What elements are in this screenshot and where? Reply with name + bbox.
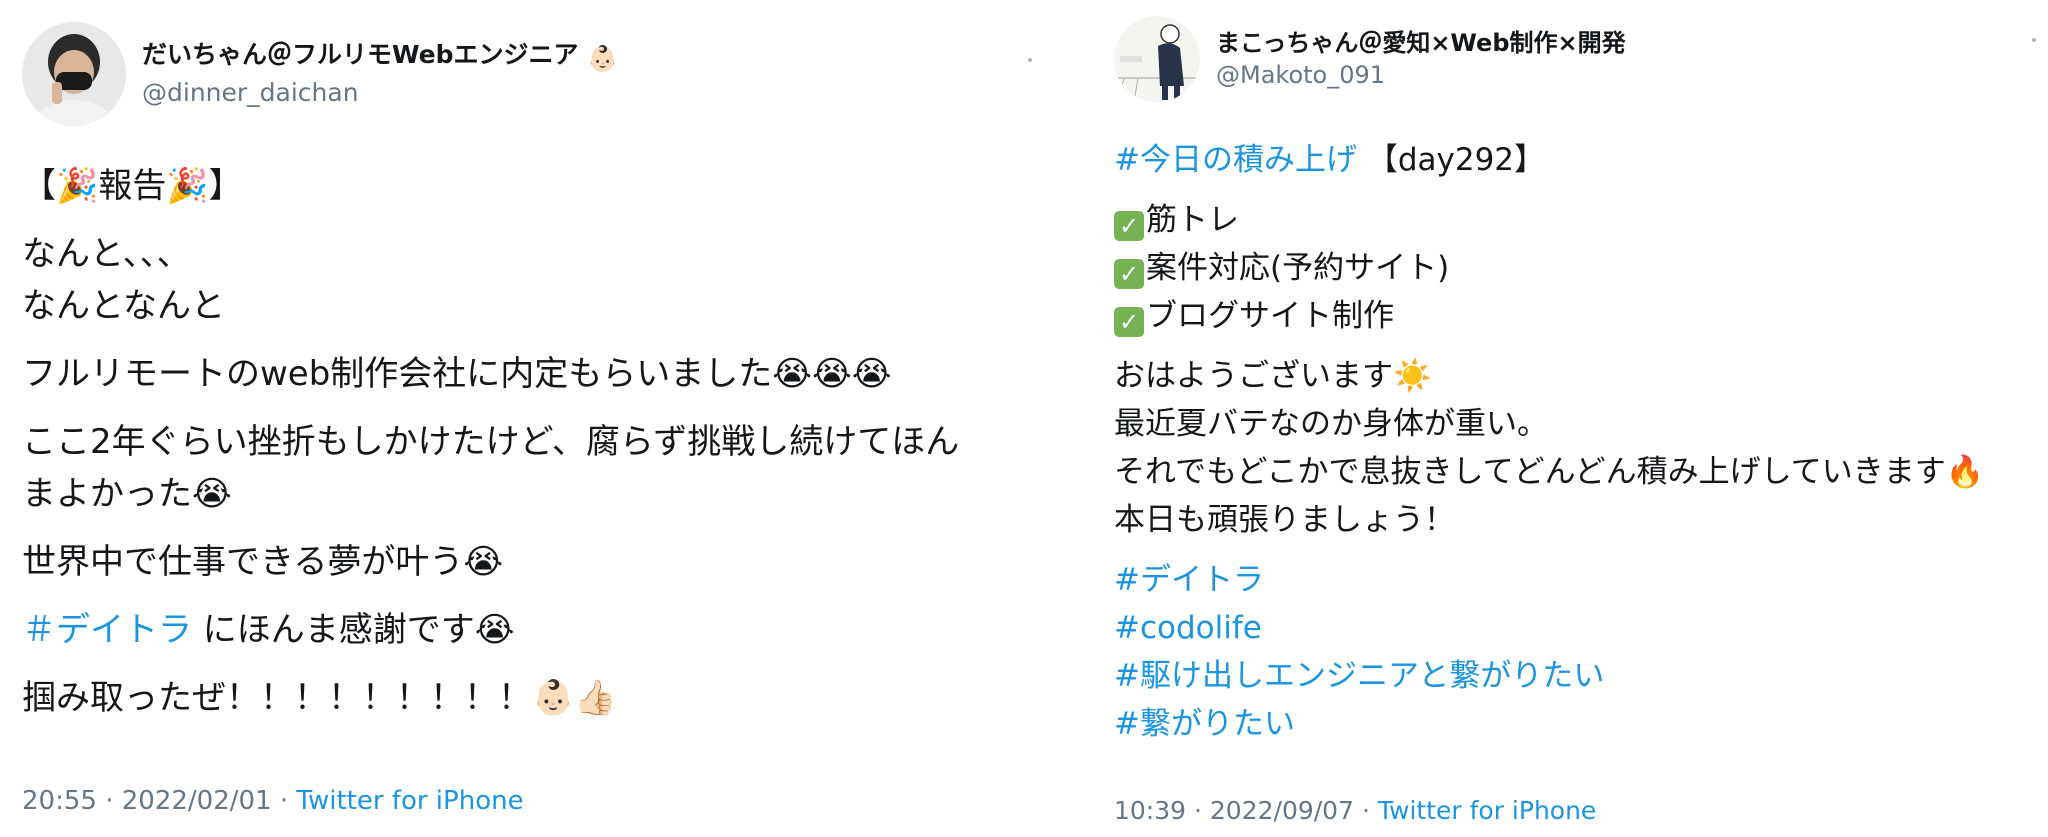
check-mark-icon: ✓ (1114, 211, 1144, 241)
tweet-comparison: だいちゃん＠フルリモWebエンジニア 👶🏻 @dinner_daichan 【🎉… (0, 0, 2048, 837)
tweet-date[interactable]: 2022/02/01 (122, 786, 272, 816)
tweet-source-link[interactable]: Twitter for iPhone (1378, 796, 1596, 825)
tweet-paragraph: 世界中で仕事できる夢が叶う😭 (22, 536, 1062, 588)
display-name: だいちゃん＠フルリモWebエンジニア (142, 40, 579, 69)
tweet-header: まこっちゃん＠愛知×Web制作×開発 @Makoto_091 (1114, 16, 1626, 102)
tweet-paragraph: 掴み取ったぜ！！！！！！！！！👶🏻👍🏻 (22, 672, 1062, 724)
tweet-header: だいちゃん＠フルリモWebエンジニア 👶🏻 @dinner_daichan (22, 22, 618, 126)
tweet-paragraph: フルリモートのweb制作会社に内定もらいました😭😭😭 (22, 348, 1062, 400)
tweet-line: 掴み取ったぜ！！！！！！！！！👶🏻👍🏻 (22, 678, 617, 718)
tweet-line: それでもどこかで息抜きしてどんどん積み上げしていきます🔥 (1114, 454, 1985, 490)
tweet-time[interactable]: 20:55 (22, 786, 97, 816)
avatar[interactable] (22, 22, 126, 126)
user-names: まこっちゃん＠愛知×Web制作×開発 @Makoto_091 (1216, 27, 1626, 91)
tweet-source-link[interactable]: Twitter for iPhone (296, 786, 523, 816)
checklist-item: ✓ 案件対応(予約サイト) (1114, 244, 2044, 292)
check-mark-icon: ✓ (1114, 307, 1144, 337)
checklist-item: ✓ ブログサイト制作 (1114, 292, 2044, 340)
tweet-text: 【day292】 (1356, 142, 1546, 178)
tweet-line: 世界中で仕事できる夢が叶う😭 (22, 542, 504, 582)
tweet-line: ここ2年ぐらい挫折もしかけたけど、腐らず挑戦し続けてほん (22, 422, 960, 462)
avatar-illustration-icon (1114, 16, 1200, 102)
user-handle[interactable]: @Makoto_091 (1216, 59, 1626, 91)
tweet-card-right: まこっちゃん＠愛知×Web制作×開発 @Makoto_091 #今日の積み上げ … (1096, 0, 2048, 837)
hashtag-list: #デイトラ #codolife #駆け出しエンジニアと繋がりたい #繋がりたい (1114, 556, 2044, 748)
tweet-footer: 20:55 · 2022/02/01 · Twitter for iPhone (22, 786, 524, 816)
hashtag-link[interactable]: #繋がりたい (1114, 700, 2044, 748)
tweet-paragraph: なんと、、、 なんとなんと (22, 228, 1062, 332)
avatar[interactable] (1114, 16, 1200, 102)
user-names: だいちゃん＠フルリモWebエンジニア 👶🏻 @dinner_daichan (142, 38, 618, 110)
tweet-footer: 10:39 · 2022/09/07 · Twitter for iPhone (1114, 796, 1597, 825)
tweet-line: フルリモートのweb制作会社に内定もらいました😭😭😭 (22, 354, 892, 394)
avatar-photo-icon (22, 22, 126, 126)
tweet-body: 【🎉報告🎉】 なんと、、、 なんとなんと フルリモートのweb制作会社に内定もら… (22, 160, 1062, 740)
checklist: ✓ 筋トレ ✓ 案件対応(予約サイト) ✓ ブログサイト制作 (1114, 196, 2044, 340)
more-options-icon[interactable] (1028, 58, 1032, 62)
tweet-line: 本日も頑張りましょう！ (1114, 502, 1455, 538)
tweet-line: おはようございます☀️ (1114, 358, 1432, 394)
tweet-date[interactable]: 2022/09/07 (1210, 796, 1354, 825)
more-options-icon[interactable] (2032, 38, 2036, 42)
tweet-card-left: だいちゃん＠フルリモWebエンジニア 👶🏻 @dinner_daichan 【🎉… (0, 0, 1080, 837)
display-name[interactable]: まこっちゃん＠愛知×Web制作×開発 (1216, 27, 1626, 59)
checklist-item: ✓ 筋トレ (1114, 196, 2044, 244)
hashtag-link[interactable]: #今日の積み上げ (1114, 142, 1357, 178)
hashtag-link[interactable]: #codolife (1114, 604, 2044, 652)
tweet-line: 最近夏バテなのか身体が重い。 (1114, 406, 1548, 442)
tweet-line: なんと、、、 (22, 234, 191, 274)
tweet-line: なんとなんと (22, 286, 225, 326)
tweet-paragraph: #今日の積み上げ 【day292】 (1114, 136, 2044, 184)
tweet-line: まよかった😭 (22, 474, 232, 514)
tweet-time[interactable]: 10:39 (1114, 796, 1186, 825)
tweet-paragraph: ＃デイトラ にほんま感謝です😭 (22, 604, 1062, 656)
hashtag-link[interactable]: #駆け出しエンジニアと繋がりたい (1114, 652, 2044, 700)
tweet-paragraph: おはようございます☀️ 最近夏バテなのか身体が重い。 それでもどこかで息抜きして… (1114, 352, 2044, 544)
tweet-paragraph: ここ2年ぐらい挫折もしかけたけど、腐らず挑戦し続けてほん まよかった😭 (22, 416, 1062, 520)
check-mark-icon: ✓ (1114, 259, 1144, 289)
hashtag-link[interactable]: #デイトラ (1114, 556, 2044, 604)
baby-emoji-icon: 👶🏻 (587, 44, 619, 73)
tweet-body: #今日の積み上げ 【day292】 ✓ 筋トレ ✓ 案件対応(予約サイト) ✓ ブログ… (1114, 136, 2044, 760)
tweet-line: 【🎉報告🎉】 (22, 166, 243, 206)
user-handle[interactable]: @dinner_daichan (142, 76, 618, 110)
tweet-paragraph: 【🎉報告🎉】 (22, 160, 1062, 212)
hashtag-link[interactable]: ＃デイトラ (22, 610, 192, 650)
tweet-text: にほんま感謝です😭 (192, 610, 515, 650)
